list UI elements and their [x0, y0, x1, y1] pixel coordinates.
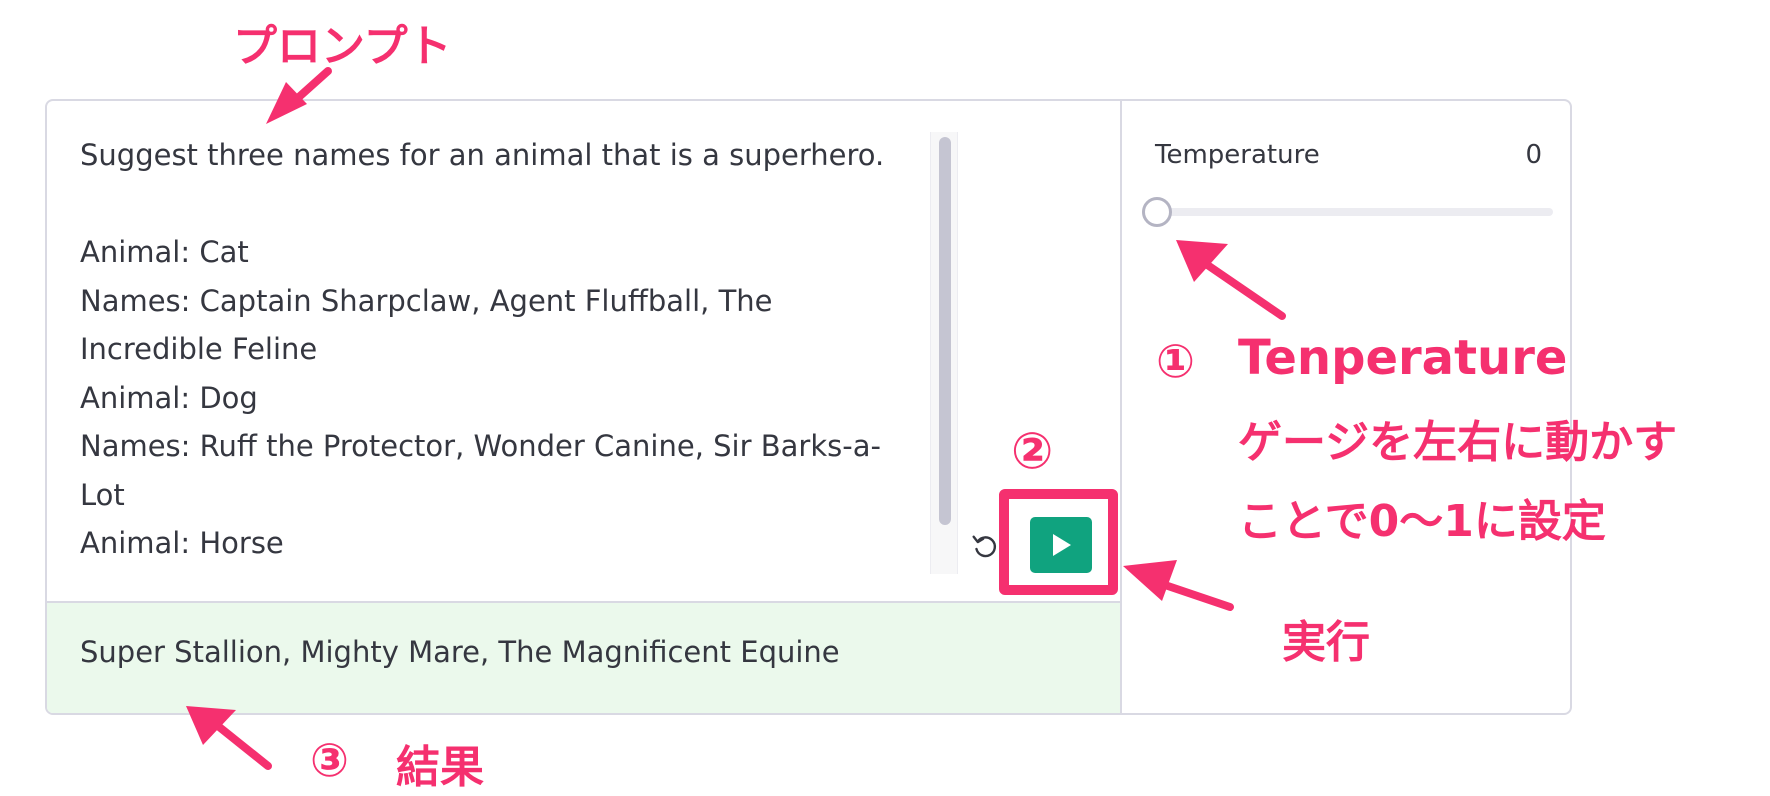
- annotation-arrows: [186, 67, 1286, 770]
- prompt-arrow: [266, 67, 332, 124]
- temperature-arrow: [1176, 240, 1286, 320]
- run-arrow: [1123, 560, 1234, 611]
- result-arrow: [186, 706, 272, 770]
